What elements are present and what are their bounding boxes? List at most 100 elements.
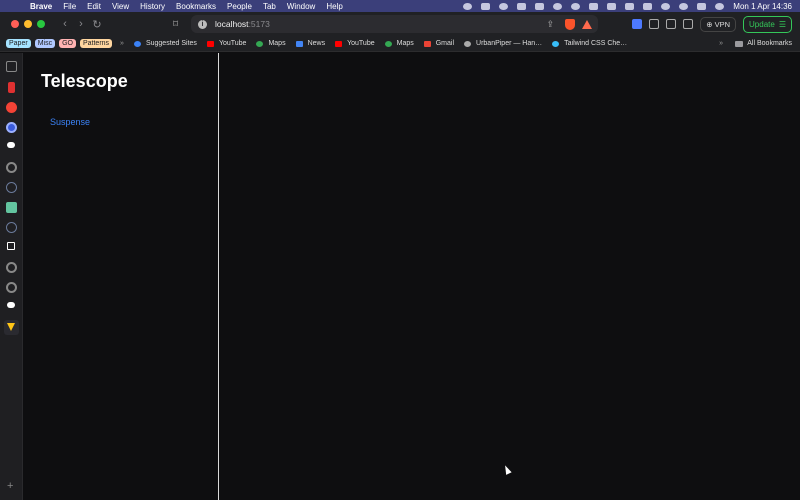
wifi-icon[interactable] [661, 2, 671, 10]
menubar-clock[interactable]: Mon 1 Apr 14:36 [733, 2, 792, 11]
macos-menu-bar: Brave File Edit View History Bookmarks P… [0, 0, 800, 12]
menu-tab[interactable]: Tab [263, 2, 276, 11]
spotlight-icon[interactable] [679, 2, 689, 10]
keyboard-icon[interactable] [607, 2, 617, 10]
pinned-tab-icon[interactable] [6, 202, 17, 213]
all-bookmarks-label: All Bookmarks [747, 40, 792, 47]
hamburger-menu-icon: ☰ [778, 19, 786, 29]
menu-view[interactable]: View [112, 2, 129, 11]
menu-app-name[interactable]: Brave [30, 2, 52, 11]
bookmark-label: Maps [396, 40, 414, 47]
forward-icon[interactable]: › [73, 18, 89, 30]
vite-icon[interactable] [7, 323, 15, 331]
maps-icon [384, 40, 392, 47]
pinned-tab-icon[interactable] [7, 242, 15, 250]
browser-toolbar: ‹ › ↻ ⌑ i localhost :5173 ⇪ ⊕ VPN Update… [0, 12, 800, 36]
bookmark-chip-patterns[interactable]: Patterns [79, 39, 113, 48]
minimize-window-button[interactable] [24, 20, 32, 28]
pinned-tab-icon[interactable] [7, 302, 15, 308]
pinned-tab-icon[interactable] [6, 222, 17, 233]
menu-people[interactable]: People [227, 2, 252, 11]
cloud-icon[interactable] [481, 2, 491, 10]
extension-icon[interactable] [632, 19, 643, 29]
folder-icon [735, 40, 744, 47]
update-button[interactable]: Update ☰ [743, 15, 792, 33]
menu-history[interactable]: History [140, 2, 165, 11]
bookmark-label: YouTube [218, 40, 247, 47]
link-icon [464, 40, 472, 47]
bookmark-icon[interactable]: ⌑ [173, 19, 178, 30]
menu-file[interactable]: File [63, 2, 76, 11]
all-bookmarks-button[interactable]: All Bookmarks [735, 40, 792, 47]
pinned-tab-icon[interactable] [6, 122, 17, 133]
share-icon[interactable]: ⇪ [546, 19, 554, 30]
maps-icon [256, 40, 264, 47]
url-host: localhost [215, 19, 249, 29]
main-content [219, 53, 800, 500]
vpn-label: VPN [714, 19, 731, 29]
bookmark-news[interactable]: News [295, 40, 326, 47]
chevron-right-icon[interactable]: » [120, 40, 124, 47]
pinned-tab-icon[interactable] [6, 102, 17, 113]
bookmark-urbanpiper[interactable]: UrbanPiper — Han… [464, 40, 542, 47]
siri-icon[interactable] [715, 2, 725, 10]
bookmark-youtube-2[interactable]: YouTube [335, 40, 375, 47]
nav-link-suspense[interactable]: Suspense [50, 117, 90, 127]
back-icon[interactable]: ‹ [57, 18, 73, 30]
bookmark-label: Maps [268, 40, 286, 47]
bookmark-maps[interactable]: Maps [256, 40, 286, 47]
add-panel-icon[interactable]: + [7, 480, 13, 492]
bookmark-youtube[interactable]: YouTube [206, 40, 247, 47]
youtube-icon [335, 40, 343, 47]
pinned-tab-icon[interactable] [6, 282, 17, 293]
display-icon[interactable] [589, 2, 599, 10]
menu-help[interactable]: Help [326, 2, 342, 11]
bookmark-tailwind[interactable]: Tailwind CSS Che… [552, 40, 627, 47]
volume-icon[interactable] [535, 2, 545, 10]
reload-icon[interactable]: ↻ [89, 18, 105, 31]
bookmarks-overflow-icon[interactable]: » [719, 40, 723, 47]
record-icon[interactable] [463, 2, 473, 10]
sidebar-toggle-icon[interactable] [666, 19, 677, 29]
menu-edit[interactable]: Edit [87, 2, 101, 11]
bluetooth-icon[interactable] [625, 2, 635, 10]
bookmark-gmail[interactable]: Gmail [423, 40, 454, 47]
close-window-button[interactable] [11, 20, 19, 28]
sync-icon[interactable] [499, 2, 509, 10]
control-center-icon[interactable] [697, 2, 707, 10]
wallet-icon[interactable] [683, 19, 694, 29]
bookmark-label: News [307, 40, 326, 47]
menu-bookmarks[interactable]: Bookmarks [176, 2, 216, 11]
extensions-puzzle-icon[interactable] [649, 19, 660, 29]
pinned-tab-icon[interactable] [6, 262, 17, 273]
update-label: Update [749, 19, 775, 29]
pinned-tab-icon[interactable] [8, 82, 15, 93]
window-icon[interactable] [517, 2, 527, 10]
bookmark-label: Tailwind CSS Che… [564, 40, 628, 47]
site-info-icon[interactable]: i [198, 19, 207, 29]
search-icon [133, 40, 141, 47]
battery-icon[interactable] [643, 2, 653, 10]
globe-icon [552, 40, 560, 47]
bookmark-chip-go[interactable]: GO [59, 39, 76, 48]
pinned-tab-icon[interactable] [7, 142, 15, 148]
vpn-button[interactable]: ⊕ VPN [700, 16, 737, 32]
bookmark-suggested-sites[interactable]: Suggested Sites [133, 40, 197, 47]
address-bar[interactable]: i localhost :5173 ⇪ [191, 15, 598, 33]
bookmark-chip-misc[interactable]: Misc [34, 39, 56, 48]
bookmark-chip-paper[interactable]: Paper [6, 39, 31, 48]
pinned-tab-icon[interactable] [6, 182, 17, 193]
zoom-window-button[interactable] [37, 20, 45, 28]
play-icon[interactable] [571, 2, 581, 10]
app-sidebar: Telescope Suspense [23, 53, 218, 500]
sidebar-panel-icon[interactable] [6, 61, 17, 72]
moon-icon[interactable] [553, 2, 563, 10]
page-title: Telescope [41, 71, 128, 91]
bookmark-maps-2[interactable]: Maps [384, 40, 414, 47]
bookmark-label: YouTube [347, 40, 375, 47]
gmail-icon [423, 40, 431, 47]
brave-shields-icon[interactable] [565, 18, 575, 30]
pinned-tab-icon[interactable] [6, 162, 17, 173]
brave-rewards-icon[interactable] [582, 19, 592, 29]
menu-window[interactable]: Window [287, 2, 315, 11]
